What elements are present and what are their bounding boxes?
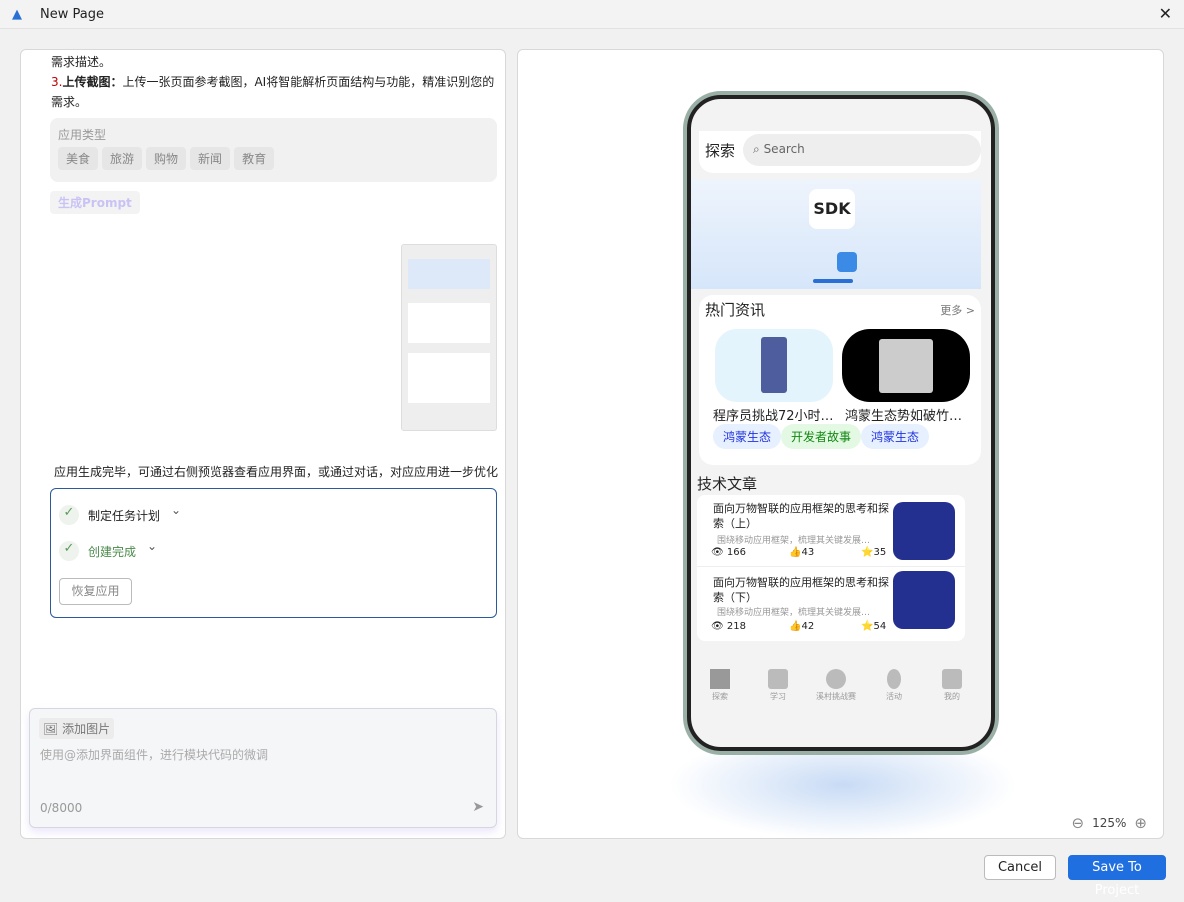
- article-title: 面向万物智联的应用框架的思考和探索（上）: [713, 502, 889, 530]
- eye-icon: 👁: [711, 547, 724, 558]
- window-title: New Page: [40, 7, 104, 22]
- nav-label: 学习: [770, 692, 786, 701]
- nav-explore[interactable]: 探索: [695, 669, 745, 702]
- tech-articles-list: 面向万物智联的应用框架的思考和探索（上） 围绕移动应用框架，梳理其关键发展… 👁…: [697, 495, 965, 641]
- add-image-label: 添加图片: [62, 722, 111, 736]
- carousel-indicator[interactable]: [813, 279, 853, 283]
- vip-crown-icon: [942, 669, 962, 689]
- article-item[interactable]: 面向万物智联的应用框架的思考和探索（下） 围绕移动应用框架，梳理其关键发展… 👁…: [697, 569, 965, 641]
- zoom-level: 125%: [1092, 816, 1127, 830]
- app-type-box: 应用类型 美食 旅游 购物 新闻 教育: [50, 118, 497, 182]
- app-title: 探索: [705, 142, 736, 160]
- app-type-chip[interactable]: 教育: [234, 147, 275, 170]
- restore-app-button[interactable]: 恢复应用: [59, 578, 132, 605]
- step-label: 制定任务计划: [88, 509, 161, 523]
- uploaded-screenshot-thumbnail[interactable]: [401, 244, 497, 431]
- image-icon: 🖼: [43, 722, 59, 736]
- star-icon: ⭐: [861, 621, 874, 632]
- nav-study[interactable]: 学习: [753, 669, 803, 702]
- zoom-in-icon[interactable]: ⊕: [1134, 814, 1147, 832]
- thumbs-up-icon: 👍: [789, 547, 802, 558]
- app-header: 探索 ⌕ Search: [699, 131, 981, 173]
- message-text: 需求描述。: [51, 55, 112, 69]
- news-image-phone[interactable]: [715, 329, 833, 402]
- basketball-icon: [826, 669, 846, 689]
- nav-activity[interactable]: 活动: [869, 669, 919, 702]
- app-logo-icon: ▲: [12, 7, 22, 22]
- nav-mine[interactable]: 我的: [927, 669, 977, 702]
- task-progress-card: ✓ 制定任务计划 ⌄ ✓ 创建完成 ⌄ 恢复应用: [50, 488, 497, 618]
- nav-label: 探索: [712, 692, 728, 701]
- balloon-icon: [887, 669, 901, 689]
- step-number: 3.: [51, 75, 63, 89]
- chat-panel: 需求描述。 3.上传截图：上传一张页面参考截图，AI将智能解析页面结构与功能，精…: [20, 49, 506, 839]
- chat-input-placeholder[interactable]: 使用@添加界面组件，进行模块代码的微调: [40, 746, 268, 763]
- news-title[interactable]: 鸿蒙生态势如破竹…: [845, 405, 962, 424]
- article-item[interactable]: 面向万物智联的应用框架的思考和探索（上） 围绕移动应用框架，梳理其关键发展… 👁…: [697, 495, 965, 567]
- nav-challenge[interactable]: 溪村挑战赛: [811, 669, 861, 702]
- news-tag[interactable]: 鸿蒙生态: [713, 424, 782, 449]
- article-desc: 围绕移动应用框架，梳理其关键发展…: [717, 536, 871, 546]
- search-placeholder: Search: [763, 142, 805, 156]
- close-icon[interactable]: ✕: [1159, 4, 1172, 23]
- article-title: 面向万物智联的应用框架的思考和探索（下）: [713, 576, 889, 604]
- books-image: [893, 571, 955, 629]
- check-icon: ✓: [59, 541, 79, 561]
- check-icon: ✓: [59, 505, 79, 525]
- search-input[interactable]: ⌕ Search: [743, 134, 981, 166]
- app-type-chip[interactable]: 新闻: [190, 147, 231, 170]
- completion-message: 应用生成完毕，可通过右侧预览器查看应用界面，或通过对话，对应应用进一步优化: [54, 465, 499, 479]
- thumbs-up-icon: 👍: [789, 621, 802, 632]
- view-count: 218: [726, 621, 746, 632]
- nav-label: 活动: [886, 692, 902, 701]
- save-to-project-button[interactable]: Save To Project: [1068, 855, 1166, 898]
- news-tag[interactable]: 鸿蒙生态: [861, 424, 930, 449]
- app-type-chip[interactable]: 旅游: [102, 147, 143, 170]
- star-count: 54: [873, 621, 887, 632]
- like-count: 43: [801, 547, 815, 558]
- chevron-down-icon[interactable]: ⌄: [147, 539, 157, 553]
- generate-prompt-button[interactable]: 生成Prompt: [50, 191, 140, 214]
- bottom-nav: 探索 学习 溪村挑战赛 活动 我的: [695, 669, 977, 702]
- books-image: [893, 502, 955, 560]
- nav-label: 溪村挑战赛: [816, 692, 856, 701]
- cancel-button[interactable]: Cancel: [984, 855, 1056, 880]
- preview-panel: 探索 ⌕ Search SDK 热门资讯 更多 > 程序员挑战72小时… 鸿蒙生…: [517, 49, 1164, 839]
- news-title[interactable]: 程序员挑战72小时…: [713, 405, 834, 424]
- more-link[interactable]: 更多 >: [940, 302, 975, 318]
- search-icon: ⌕: [753, 142, 760, 156]
- title-bar: ▲ New Page ✕: [0, 0, 1184, 29]
- app-type-label: 应用类型: [58, 128, 107, 142]
- news-image-chart[interactable]: [842, 329, 970, 402]
- add-image-button[interactable]: 🖼 添加图片: [39, 718, 115, 739]
- hot-news-card: 热门资讯 更多 > 程序员挑战72小时… 鸿蒙生态势如破竹… 鸿蒙生态 开发者故事…: [699, 295, 981, 465]
- view-count: 166: [726, 547, 746, 558]
- eye-icon: 👁: [711, 621, 724, 632]
- zoom-control: ⊖ 125% ⊕: [1072, 814, 1147, 832]
- send-icon[interactable]: ➤: [472, 799, 484, 815]
- article-desc: 围绕移动应用框架，梳理其关键发展…: [717, 608, 871, 618]
- section-title: 技术文章: [697, 475, 758, 493]
- step-title: 上传截图：: [62, 75, 123, 89]
- char-count: 0/8000: [40, 801, 83, 815]
- app-type-chip[interactable]: 购物: [146, 147, 187, 170]
- like-count: 42: [801, 621, 815, 632]
- book-icon: [768, 669, 788, 689]
- zoom-out-icon[interactable]: ⊖: [1072, 814, 1085, 832]
- phone-preview: 探索 ⌕ Search SDK 热门资讯 更多 > 程序员挑战72小时… 鸿蒙生…: [683, 91, 999, 755]
- star-count: 35: [873, 547, 887, 558]
- nav-label: 我的: [944, 692, 960, 701]
- section-title: 热门资讯: [705, 301, 766, 319]
- chevron-down-icon[interactable]: ⌄: [171, 503, 181, 517]
- chat-input-box[interactable]: 🖼 添加图片 使用@添加界面组件，进行模块代码的微调 0/8000 ➤: [29, 708, 497, 828]
- app-type-chip[interactable]: 美食: [58, 147, 99, 170]
- explore-icon: [710, 669, 730, 689]
- step-label: 创建完成: [88, 545, 137, 559]
- star-icon: ⭐: [861, 547, 874, 558]
- banner-image[interactable]: SDK: [691, 179, 981, 289]
- news-tag[interactable]: 开发者故事: [781, 424, 862, 449]
